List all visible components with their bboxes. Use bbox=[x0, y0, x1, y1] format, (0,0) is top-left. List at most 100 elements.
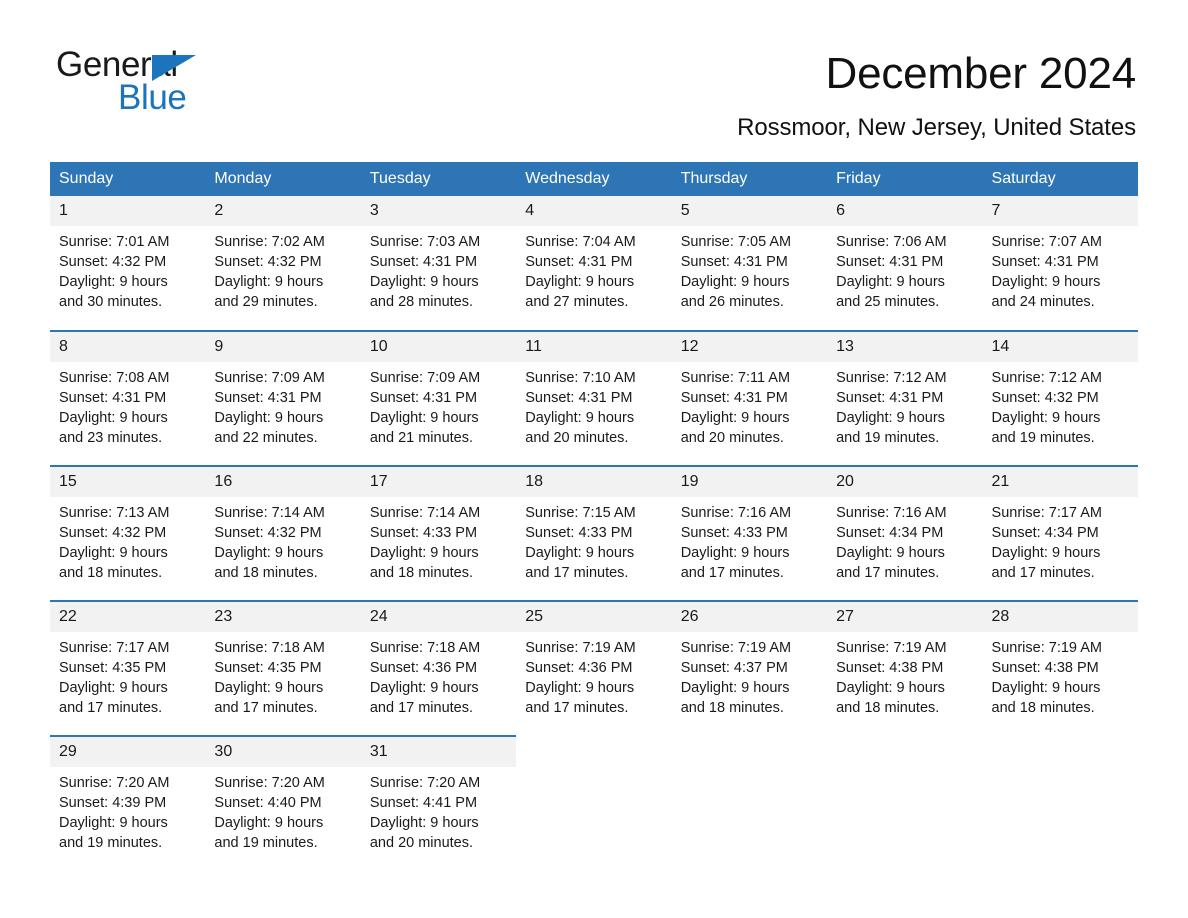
day-number: 31 bbox=[360, 737, 517, 767]
sunrise-text: Sunrise: 7:16 AM bbox=[836, 505, 947, 521]
day-cell[interactable]: 3 Sunrise: 7:03 AM Sunset: 4:31 PM Dayli… bbox=[360, 196, 517, 331]
sunrise-text: Sunrise: 7:17 AM bbox=[59, 640, 170, 656]
sunset-text: Sunset: 4:34 PM bbox=[836, 525, 944, 541]
daylight-text-line2: and 19 minutes. bbox=[991, 430, 1095, 446]
logo-text-blue: Blue bbox=[118, 78, 187, 117]
day-cell[interactable]: 25 Sunrise: 7:19 AM Sunset: 4:36 PM Dayl… bbox=[516, 600, 672, 736]
day-cell[interactable]: 17 Sunrise: 7:14 AM Sunset: 4:33 PM Dayl… bbox=[360, 465, 517, 601]
day-cell[interactable]: 8 Sunrise: 7:08 AM Sunset: 4:31 PM Dayli… bbox=[50, 330, 206, 466]
day-cell[interactable]: 21 Sunrise: 7:17 AM Sunset: 4:34 PM Dayl… bbox=[982, 465, 1138, 601]
sunset-text: Sunset: 4:33 PM bbox=[680, 525, 788, 541]
daylight-text-line2: and 30 minutes. bbox=[59, 294, 163, 310]
day-cell[interactable]: 10 Sunrise: 7:09 AM Sunset: 4:31 PM Dayl… bbox=[360, 330, 517, 466]
weekday-header-tuesday: Tuesday bbox=[360, 162, 517, 196]
sunrise-text: Sunrise: 7:20 AM bbox=[214, 775, 325, 791]
day-info: Sunrise: 7:14 AM Sunset: 4:32 PM Dayligh… bbox=[205, 497, 360, 583]
weekday-header-monday: Monday bbox=[205, 162, 361, 196]
calendar-table: Sunday Monday Tuesday Wednesday Thursday… bbox=[50, 162, 1138, 871]
day-cell[interactable]: 2 Sunrise: 7:02 AM Sunset: 4:32 PM Dayli… bbox=[205, 196, 361, 331]
day-info: Sunrise: 7:04 AM Sunset: 4:31 PM Dayligh… bbox=[516, 226, 671, 312]
day-number: 12 bbox=[671, 332, 828, 362]
sunset-text: Sunset: 4:32 PM bbox=[59, 525, 167, 541]
sunset-text: Sunset: 4:31 PM bbox=[369, 390, 478, 406]
day-cell[interactable]: 28 Sunrise: 7:19 AM Sunset: 4:38 PM Dayl… bbox=[982, 600, 1138, 736]
daylight-text-line2: and 25 minutes. bbox=[836, 294, 940, 310]
sunrise-text: Sunrise: 7:11 AM bbox=[680, 370, 791, 386]
day-cell[interactable]: 18 Sunrise: 7:15 AM Sunset: 4:33 PM Dayl… bbox=[516, 465, 672, 601]
day-cell[interactable]: 14 Sunrise: 7:12 AM Sunset: 4:32 PM Dayl… bbox=[982, 330, 1138, 466]
day-cell[interactable]: 16 Sunrise: 7:14 AM Sunset: 4:32 PM Dayl… bbox=[205, 465, 361, 601]
day-info: Sunrise: 7:06 AM Sunset: 4:31 PM Dayligh… bbox=[827, 226, 982, 312]
day-cell[interactable]: 12 Sunrise: 7:11 AM Sunset: 4:31 PM Dayl… bbox=[671, 330, 828, 466]
day-cell[interactable]: 29 Sunrise: 7:20 AM Sunset: 4:39 PM Dayl… bbox=[50, 735, 206, 871]
daylight-text-line1: Daylight: 9 hours bbox=[525, 274, 635, 290]
day-number: 24 bbox=[360, 602, 517, 632]
day-cell[interactable]: 15 Sunrise: 7:13 AM Sunset: 4:32 PM Dayl… bbox=[50, 465, 206, 601]
day-number: 23 bbox=[205, 602, 361, 632]
daylight-text-line2: and 17 minutes. bbox=[991, 565, 1095, 581]
day-cell[interactable]: 19 Sunrise: 7:16 AM Sunset: 4:33 PM Dayl… bbox=[671, 465, 828, 601]
daylight-text-line1: Daylight: 9 hours bbox=[680, 545, 790, 561]
day-info: Sunrise: 7:01 AM Sunset: 4:32 PM Dayligh… bbox=[50, 226, 205, 312]
day-cell[interactable]: 30 Sunrise: 7:20 AM Sunset: 4:40 PM Dayl… bbox=[205, 735, 361, 871]
day-number: 13 bbox=[827, 332, 983, 362]
general-blue-logo[interactable]: General Blue bbox=[56, 46, 236, 124]
day-cell[interactable]: 22 Sunrise: 7:17 AM Sunset: 4:35 PM Dayl… bbox=[50, 600, 206, 736]
day-info: Sunrise: 7:08 AM Sunset: 4:31 PM Dayligh… bbox=[50, 362, 205, 448]
daylight-text-line1: Daylight: 9 hours bbox=[369, 815, 479, 831]
daylight-text-line2: and 18 minutes. bbox=[59, 565, 163, 581]
sunrise-text: Sunrise: 7:04 AM bbox=[525, 234, 636, 250]
sunrise-text: Sunrise: 7:01 AM bbox=[59, 234, 170, 250]
daylight-text-line1: Daylight: 9 hours bbox=[836, 410, 945, 426]
day-number bbox=[982, 737, 1138, 767]
sunset-text: Sunset: 4:31 PM bbox=[836, 254, 944, 270]
day-number: 1 bbox=[50, 196, 206, 226]
daylight-text-line1: Daylight: 9 hours bbox=[991, 274, 1101, 290]
day-number: 7 bbox=[982, 196, 1138, 226]
calendar-week-row: 22 Sunrise: 7:17 AM Sunset: 4:35 PM Dayl… bbox=[50, 600, 1138, 736]
daylight-text-line2: and 17 minutes. bbox=[59, 700, 163, 716]
day-cell[interactable]: 24 Sunrise: 7:18 AM Sunset: 4:36 PM Dayl… bbox=[360, 600, 517, 736]
daylight-text-line2: and 23 minutes. bbox=[59, 430, 163, 446]
daylight-text-line1: Daylight: 9 hours bbox=[836, 680, 945, 696]
day-cell[interactable]: 4 Sunrise: 7:04 AM Sunset: 4:31 PM Dayli… bbox=[516, 196, 672, 331]
daylight-text-line1: Daylight: 9 hours bbox=[680, 680, 790, 696]
day-cell[interactable]: 20 Sunrise: 7:16 AM Sunset: 4:34 PM Dayl… bbox=[827, 465, 983, 601]
daylight-text-line2: and 19 minutes. bbox=[214, 835, 318, 851]
day-cell[interactable]: 13 Sunrise: 7:12 AM Sunset: 4:31 PM Dayl… bbox=[827, 330, 983, 466]
calendar-body: 1 Sunrise: 7:01 AM Sunset: 4:32 PM Dayli… bbox=[50, 196, 1138, 871]
page-subtitle: Rossmoor, New Jersey, United States bbox=[737, 114, 1136, 141]
sunset-text: Sunset: 4:32 PM bbox=[59, 254, 167, 270]
day-cell[interactable]: 23 Sunrise: 7:18 AM Sunset: 4:35 PM Dayl… bbox=[205, 600, 361, 736]
daylight-text-line2: and 18 minutes. bbox=[836, 700, 940, 716]
daylight-text-line2: and 28 minutes. bbox=[369, 294, 474, 310]
sunrise-text: Sunrise: 7:09 AM bbox=[369, 370, 481, 386]
sunset-text: Sunset: 4:31 PM bbox=[525, 390, 633, 406]
day-cell[interactable]: 9 Sunrise: 7:09 AM Sunset: 4:31 PM Dayli… bbox=[205, 330, 361, 466]
day-cell[interactable]: 5 Sunrise: 7:05 AM Sunset: 4:31 PM Dayli… bbox=[671, 196, 828, 331]
sunset-text: Sunset: 4:39 PM bbox=[59, 795, 167, 811]
daylight-text-line2: and 20 minutes. bbox=[525, 430, 629, 446]
day-cell[interactable]: 6 Sunrise: 7:06 AM Sunset: 4:31 PM Dayli… bbox=[827, 196, 983, 331]
day-cell[interactable]: 11 Sunrise: 7:10 AM Sunset: 4:31 PM Dayl… bbox=[516, 330, 672, 466]
sunrise-text: Sunrise: 7:14 AM bbox=[369, 505, 481, 521]
day-cell[interactable]: 27 Sunrise: 7:19 AM Sunset: 4:38 PM Dayl… bbox=[827, 600, 983, 736]
day-info: Sunrise: 7:03 AM Sunset: 4:31 PM Dayligh… bbox=[361, 226, 516, 312]
day-cell[interactable]: 1 Sunrise: 7:01 AM Sunset: 4:32 PM Dayli… bbox=[50, 196, 206, 331]
daylight-text-line1: Daylight: 9 hours bbox=[214, 815, 324, 831]
day-number: 16 bbox=[205, 467, 361, 497]
daylight-text-line1: Daylight: 9 hours bbox=[836, 545, 945, 561]
day-info: Sunrise: 7:19 AM Sunset: 4:38 PM Dayligh… bbox=[827, 632, 982, 718]
daylight-text-line1: Daylight: 9 hours bbox=[525, 680, 635, 696]
sunrise-text: Sunrise: 7:02 AM bbox=[214, 234, 325, 250]
day-cell[interactable]: 31 Sunrise: 7:20 AM Sunset: 4:41 PM Dayl… bbox=[360, 735, 517, 871]
day-info: Sunrise: 7:20 AM Sunset: 4:41 PM Dayligh… bbox=[361, 767, 516, 853]
sunset-text: Sunset: 4:31 PM bbox=[369, 254, 478, 270]
day-cell[interactable]: 7 Sunrise: 7:07 AM Sunset: 4:31 PM Dayli… bbox=[982, 196, 1138, 331]
day-cell[interactable]: 26 Sunrise: 7:19 AM Sunset: 4:37 PM Dayl… bbox=[671, 600, 828, 736]
day-number: 6 bbox=[827, 196, 983, 226]
day-info: Sunrise: 7:16 AM Sunset: 4:33 PM Dayligh… bbox=[672, 497, 827, 583]
sunset-text: Sunset: 4:32 PM bbox=[214, 525, 322, 541]
weekday-header-sunday: Sunday bbox=[50, 162, 206, 196]
day-info: Sunrise: 7:14 AM Sunset: 4:33 PM Dayligh… bbox=[361, 497, 516, 583]
